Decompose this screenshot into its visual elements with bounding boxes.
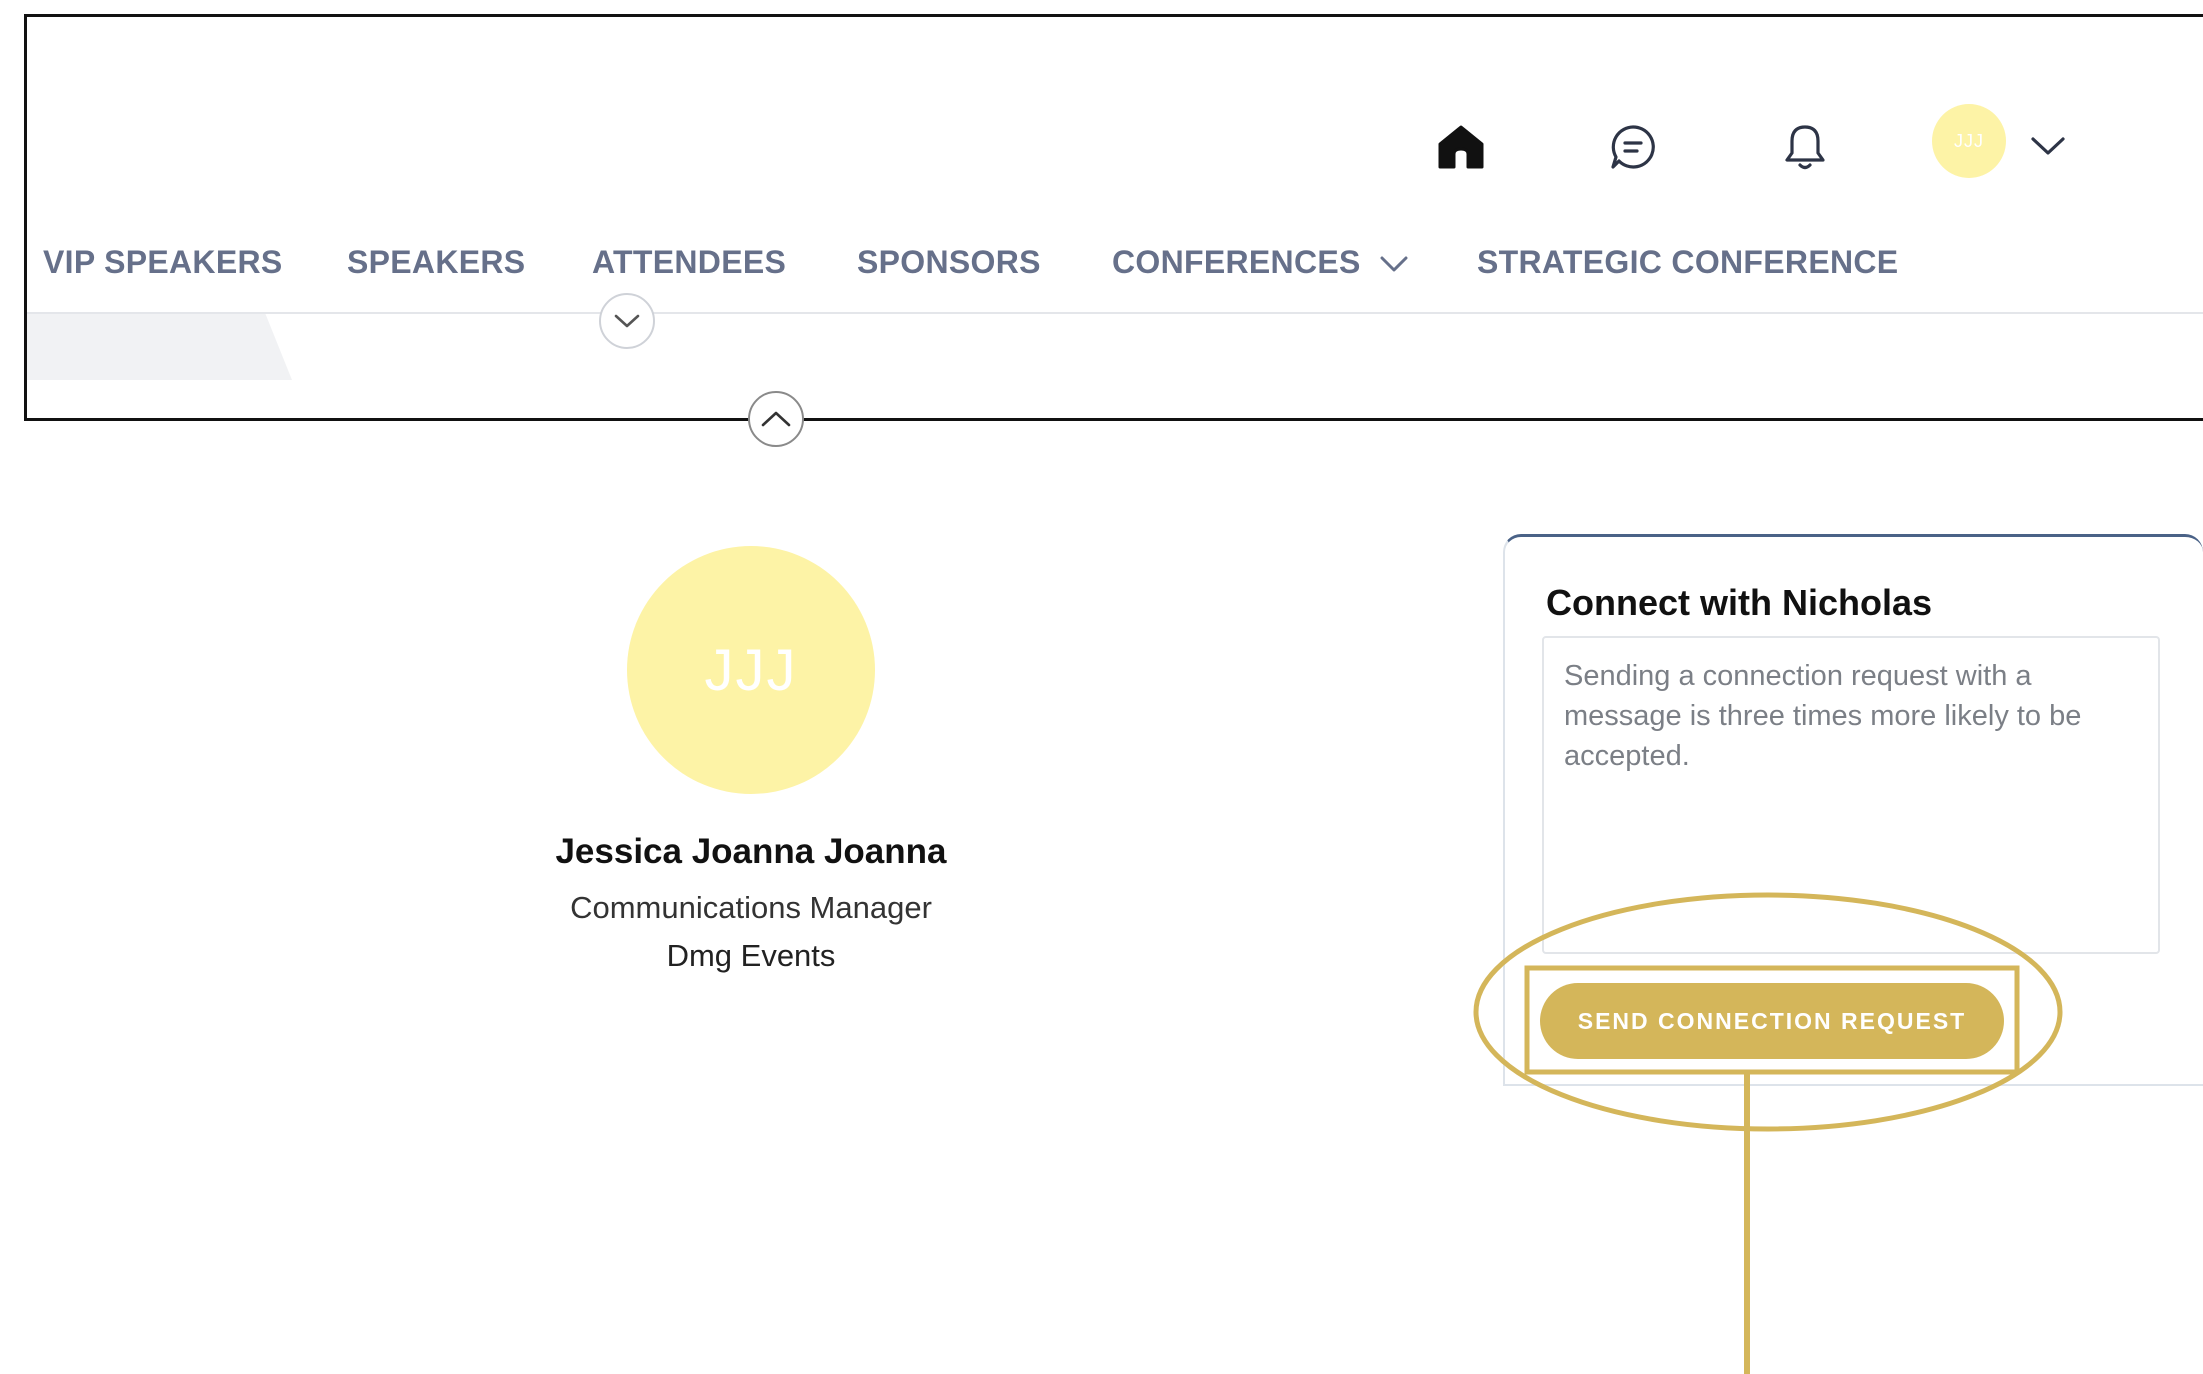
connection-message-input[interactable] [1542,636,2160,954]
home-icon[interactable] [1431,117,1491,177]
chevron-down-icon [1379,232,1409,292]
nav-item-conferences-label: CONFERENCES [1112,244,1361,280]
chat-icon[interactable] [1603,117,1663,177]
nav-item-strategic-conference[interactable]: STRATEGIC CONFERENCE [1477,232,1898,292]
collapse-header-button[interactable] [748,391,804,447]
connect-title: Connect with Nicholas [1546,582,1933,623]
avatar[interactable]: JJJ [1932,104,2006,178]
nav-divider [27,312,2203,314]
nav-item-vip-speakers[interactable]: VIP SPEAKERS [43,232,283,292]
profile-role: Communications Manager [570,890,932,925]
profile-name: Jessica Joanna Joanna [555,832,947,871]
expand-submenu-button[interactable] [599,293,655,349]
chevron-up-icon [761,411,791,427]
profile-company: Dmg Events [666,938,836,973]
send-connection-request-button[interactable]: SEND CONNECTION REQUEST [1540,983,2004,1059]
chevron-down-icon[interactable] [2027,125,2069,167]
nav-item-conferences[interactable]: CONFERENCES [1112,232,1409,292]
submenu-tab [27,314,292,380]
nav-item-speakers[interactable]: SPEAKERS [347,232,525,292]
nav-item-attendees[interactable]: ATTENDEES [592,232,786,292]
header: JJJ VIP SPEAKERS SPEAKERS ATTENDEES SPON… [24,14,2203,421]
main-nav: VIP SPEAKERS SPEAKERS ATTENDEES SPONSORS… [27,232,2203,302]
nav-item-sponsors[interactable]: SPONSORS [857,232,1041,292]
bell-icon[interactable] [1775,117,1835,177]
chevron-down-icon [614,314,640,328]
profile-avatar: JJJ [627,546,875,794]
